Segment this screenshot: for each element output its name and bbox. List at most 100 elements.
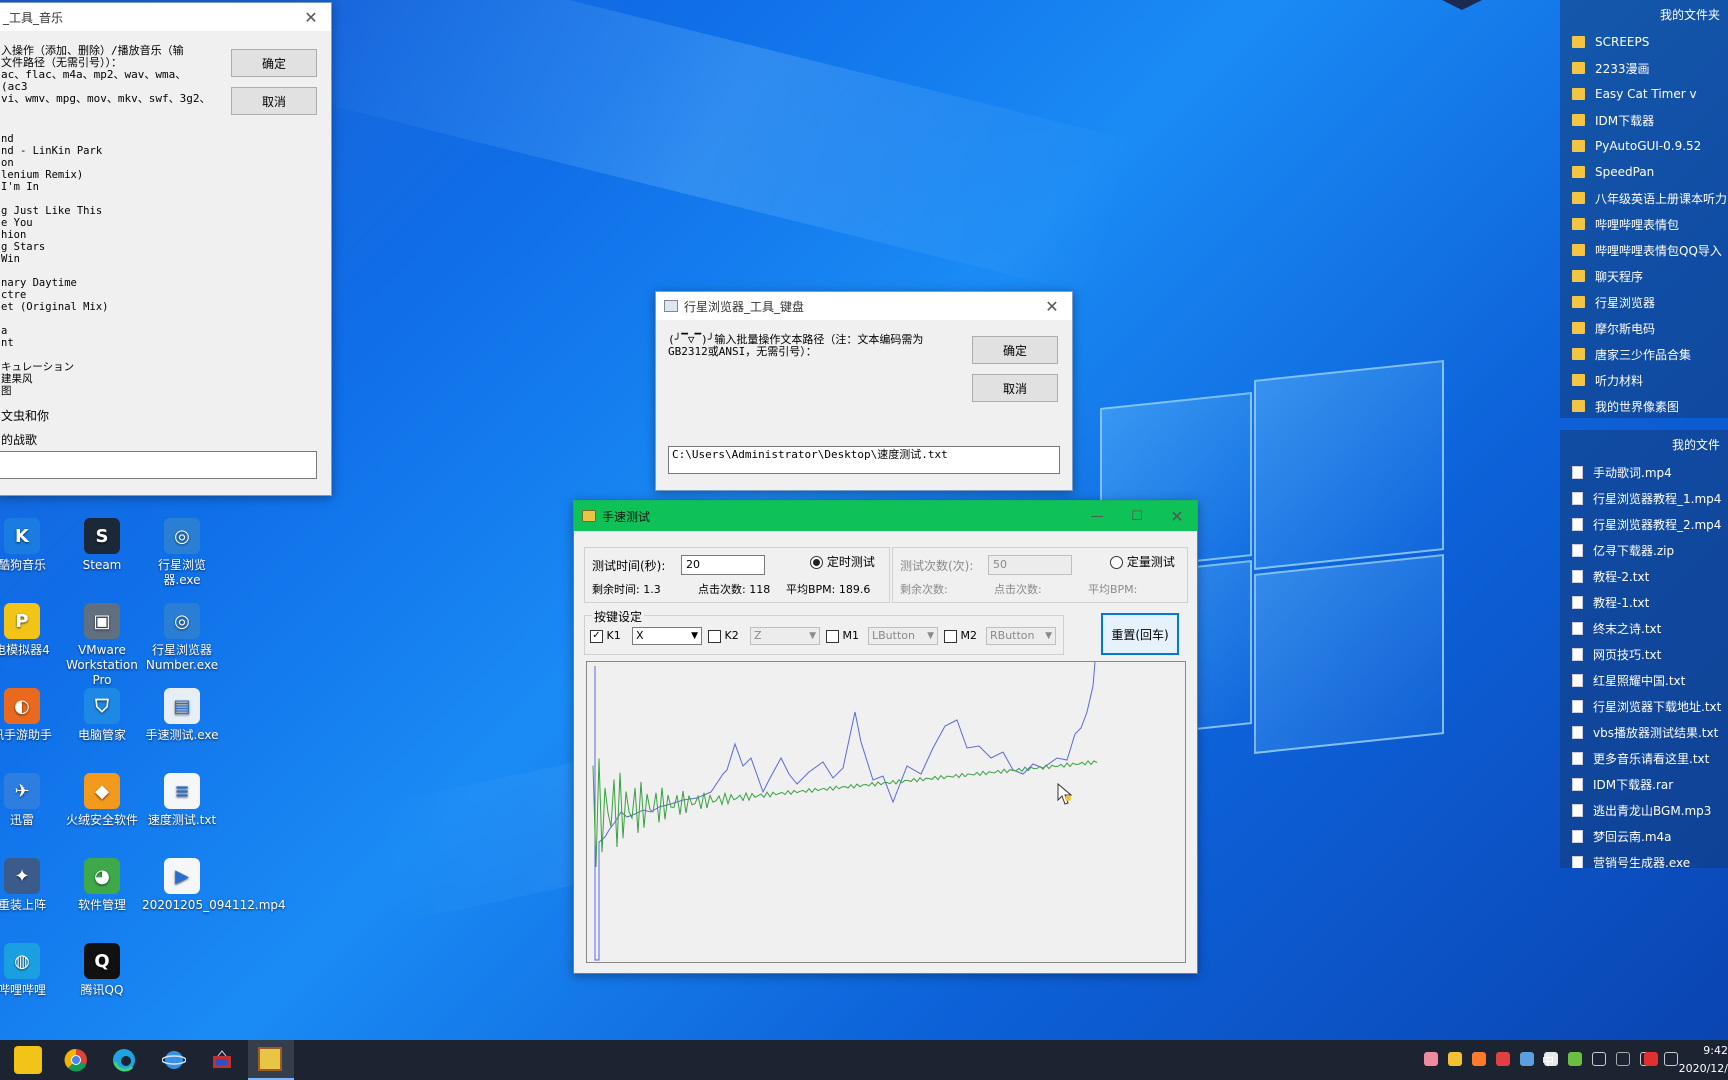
desktop-icon[interactable]: K 酷狗音乐: [0, 518, 62, 573]
music-input[interactable]: [0, 451, 317, 479]
desktop-icon[interactable]: ◎ 行星浏览器.exe: [142, 518, 222, 588]
list-item[interactable]: I'm In: [1, 181, 201, 193]
list-item[interactable]: hion: [1, 229, 201, 241]
folder-item[interactable]: 哔哩哔哩表情包QQ导入: [1560, 237, 1728, 263]
list-item[interactable]: 的战歌: [1, 431, 37, 448]
reset-button[interactable]: 重置(回车): [1101, 613, 1179, 655]
planet-browser-icon[interactable]: [160, 1046, 188, 1074]
folder-item[interactable]: IDM下载器: [1560, 107, 1728, 133]
timed-test-radio[interactable]: 定时测试: [810, 553, 875, 570]
close-icon[interactable]: ✕: [1157, 507, 1197, 526]
desktop-icon[interactable]: ▶ 20201205_094112.mp4: [142, 858, 286, 913]
file-item[interactable]: 红星照耀中国.txt: [1560, 667, 1728, 693]
tray-icon[interactable]: [1664, 1052, 1678, 1066]
edge-icon[interactable]: [110, 1046, 138, 1074]
path-input[interactable]: C:\Users\Administrator\Desktop\速度测试.txt: [668, 446, 1060, 474]
folder-item[interactable]: 摩尔斯电码: [1560, 315, 1728, 341]
file-item[interactable]: 手动歌词.mp4: [1560, 459, 1728, 485]
file-item[interactable]: 更多音乐请看这里.txt: [1560, 745, 1728, 771]
folder-item[interactable]: 行星浏览器: [1560, 289, 1728, 315]
folder-item[interactable]: SpeedPan: [1560, 159, 1728, 185]
tray-icon[interactable]: [1448, 1052, 1462, 1066]
file-item[interactable]: 教程-1.txt: [1560, 589, 1728, 615]
desktop-icon[interactable]: ▣ VMware Workstation Pro: [62, 603, 142, 688]
list-item[interactable]: [1, 313, 201, 325]
tray-icon[interactable]: [1568, 1052, 1582, 1066]
k1-select[interactable]: X ▼: [632, 627, 702, 645]
minimize-icon[interactable]: —: [1077, 509, 1117, 524]
file-item[interactable]: 网页技巧.txt: [1560, 641, 1728, 667]
tray-icon[interactable]: [1424, 1052, 1438, 1066]
list-item[interactable]: a: [1, 325, 201, 337]
m1-select[interactable]: LButton ▼: [868, 627, 938, 645]
file-item[interactable]: IDM下载器.rar: [1560, 771, 1728, 797]
count-input[interactable]: 50: [988, 555, 1072, 575]
desktop-icon[interactable]: ⛉ 电脑管家: [62, 688, 142, 743]
tray-icon[interactable]: [1616, 1052, 1630, 1066]
folder-item[interactable]: 2233漫画: [1560, 55, 1728, 81]
desktop-icon[interactable]: Q 腾讯QQ: [62, 943, 142, 998]
k2-select[interactable]: Z ▼: [750, 627, 820, 645]
folder-item[interactable]: 听力材料: [1560, 367, 1728, 393]
file-item[interactable]: 营销号生成器.exe: [1560, 849, 1728, 868]
close-icon[interactable]: ✕: [291, 8, 331, 27]
list-item[interactable]: ctre: [1, 289, 201, 301]
list-item[interactable]: et (Original Mix): [1, 301, 201, 313]
m2-checkbox[interactable]: M2: [944, 629, 977, 643]
desktop-icon[interactable]: ◎ 行星浏览器Number.exe: [142, 603, 222, 673]
file-explorer-icon[interactable]: [14, 1046, 42, 1074]
list-item[interactable]: キュレーション: [1, 361, 201, 373]
media-app-icon[interactable]: [208, 1046, 236, 1074]
file-item[interactable]: vbs播放器测试结果.txt: [1560, 719, 1728, 745]
title-bar[interactable]: 手速测试 — ☐ ✕: [574, 501, 1197, 531]
k1-checkbox[interactable]: ✓ K1: [590, 629, 621, 643]
desktop-icon[interactable]: ◐ 讯手游助手: [0, 688, 62, 743]
cancel-button[interactable]: 取消: [231, 87, 317, 115]
m2-select[interactable]: RButton ▼: [986, 627, 1056, 645]
music-list[interactable]: nd nd - LinKin Park on lenium Remix) I'm In g…: [1, 133, 201, 397]
desktop-icon[interactable]: ◍ 哔哩哔哩: [0, 943, 62, 998]
list-item[interactable]: 图: [1, 385, 201, 397]
cancel-button[interactable]: 取消: [972, 374, 1058, 402]
speed-test-task[interactable]: [248, 1040, 294, 1080]
desktop-icon[interactable]: ≡ 速度测试.txt: [142, 773, 222, 828]
tray-icon[interactable]: [1472, 1052, 1486, 1066]
folder-item[interactable]: 哔哩哔哩表情包: [1560, 211, 1728, 237]
ok-button[interactable]: 确定: [231, 49, 317, 77]
list-item[interactable]: lenium Remix): [1, 169, 201, 181]
folder-item[interactable]: 聊天程序: [1560, 263, 1728, 289]
ok-button[interactable]: 确定: [972, 336, 1058, 364]
file-item[interactable]: 亿寻下载器.zip: [1560, 537, 1728, 563]
maximize-icon[interactable]: ☐: [1117, 509, 1157, 524]
list-item[interactable]: nary Daytime: [1, 277, 201, 289]
m1-checkbox[interactable]: M1: [826, 629, 859, 643]
list-item[interactable]: e You: [1, 217, 201, 229]
desktop-icon[interactable]: ▤ 手速测试.exe: [142, 688, 222, 743]
list-item[interactable]: nt: [1, 337, 201, 349]
file-item[interactable]: 终末之诗.txt: [1560, 615, 1728, 641]
title-bar[interactable]: _工具_音乐 ✕: [0, 3, 331, 31]
list-item[interactable]: 建果风: [1, 373, 201, 385]
desktop-icon[interactable]: ◕ 软件管理: [62, 858, 142, 913]
list-item[interactable]: [1, 265, 201, 277]
folder-item[interactable]: Easy Cat Timer v: [1560, 81, 1728, 107]
close-icon[interactable]: ✕: [1032, 297, 1072, 316]
list-item[interactable]: [1, 193, 201, 205]
desktop-icon[interactable]: P 电模拟器4: [0, 603, 62, 658]
list-item[interactable]: 文虫和你: [1, 407, 49, 424]
list-item[interactable]: [1, 349, 201, 361]
file-item[interactable]: 教程-2.txt: [1560, 563, 1728, 589]
desktop-icon[interactable]: S Steam: [62, 518, 142, 573]
file-item[interactable]: 逃出青龙山BGM.mp3: [1560, 797, 1728, 823]
list-item[interactable]: on: [1, 157, 201, 169]
file-item[interactable]: 梦回云南.m4a: [1560, 823, 1728, 849]
chrome-icon[interactable]: [62, 1046, 90, 1074]
tray-icon[interactable]: [1496, 1052, 1510, 1066]
file-item[interactable]: 行星浏览器教程_2.mp4: [1560, 511, 1728, 537]
desktop-icon[interactable]: ✦ 重装上阵: [0, 858, 62, 913]
file-item[interactable]: 行星浏览器下载地址.txt: [1560, 693, 1728, 719]
tray-icon[interactable]: [1644, 1052, 1658, 1066]
list-item[interactable]: nd: [1, 133, 201, 145]
list-item[interactable]: Win: [1, 253, 201, 265]
folder-item[interactable]: 唐家三少作品合集: [1560, 341, 1728, 367]
